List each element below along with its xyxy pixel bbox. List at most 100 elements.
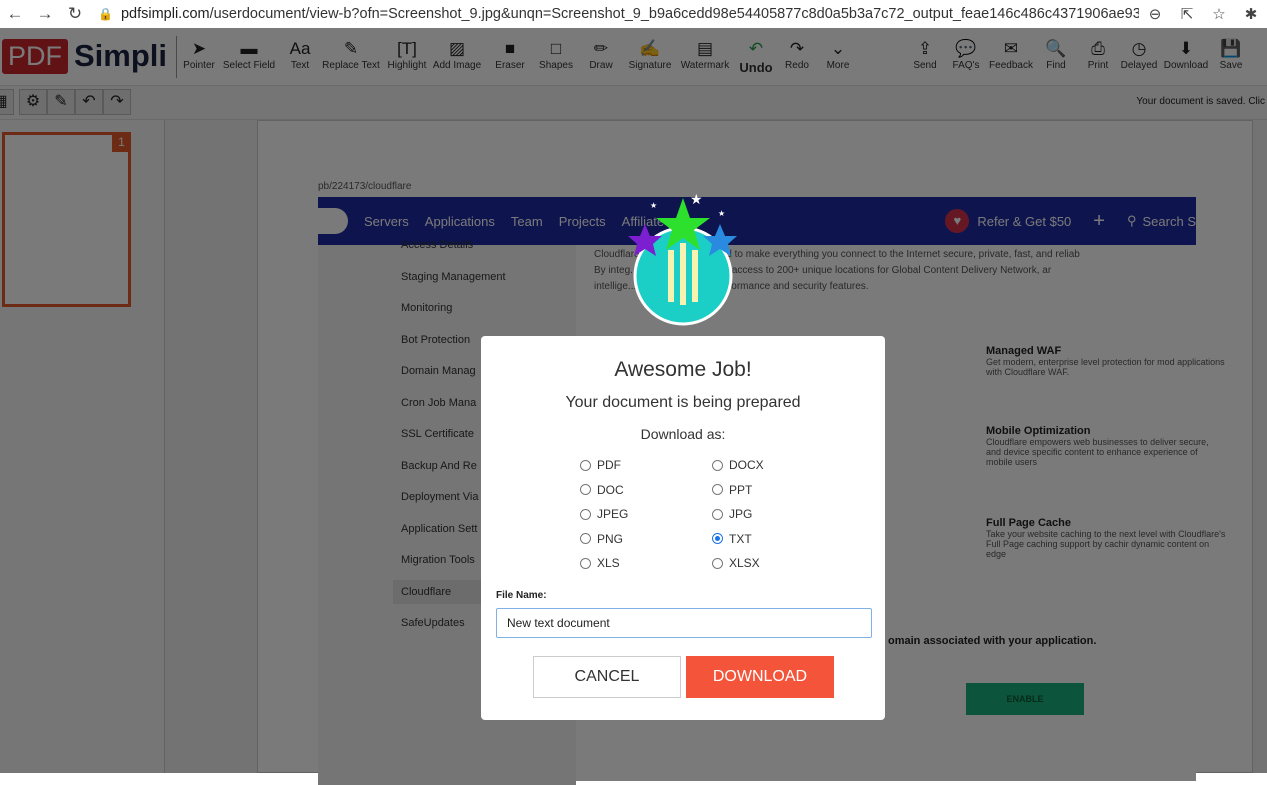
tool-redo[interactable]: ↷ Redo <box>785 38 809 71</box>
format-option-xls[interactable]: XLS <box>580 556 620 570</box>
heart-icon: ♥ <box>945 209 970 233</box>
format-label: JPG <box>729 507 753 521</box>
tool-shapes[interactable]: □ Shapes <box>539 38 573 71</box>
logo: PDF Simpli <box>2 38 167 74</box>
tool-label: Draw <box>589 60 613 71</box>
save-status: Your document is saved. Clic <box>1136 96 1265 107</box>
tool-label: More <box>826 60 850 71</box>
doc-navbar: Servers Applications Team Projects Affiliate… <box>318 197 1196 245</box>
tool-label: Add Image <box>432 60 482 71</box>
tool-download[interactable]: ⬇ Download <box>1164 38 1208 71</box>
format-label: DOCX <box>729 458 764 472</box>
doc-nav-item: Team <box>510 213 543 229</box>
feedback-icon: ✉ <box>1003 39 1019 58</box>
back-icon[interactable]: ← <box>0 4 30 24</box>
tool-draw[interactable]: ✏ Draw <box>589 38 612 71</box>
tool-delayed[interactable]: ◷ Delayed <box>1121 38 1158 71</box>
watermark-icon: ▤ <box>696 39 714 58</box>
tool-undo[interactable]: ↶ Undo <box>739 38 772 75</box>
format-option-doc[interactable]: DOC <box>580 483 624 497</box>
tool-label: Undo <box>739 60 773 75</box>
tool-eraser[interactable]: ■ Eraser <box>495 38 524 71</box>
radio-button[interactable] <box>580 484 591 495</box>
doc-sidebar-item: Bot Protection <box>401 333 471 346</box>
tool-label: Save <box>1219 60 1243 71</box>
refer-link: Refer & Get $50 <box>977 213 1072 229</box>
page-settings-icon[interactable]: ⚙ <box>19 89 47 115</box>
share-icon[interactable]: ⇱ <box>1171 5 1203 23</box>
search-icon: 🔍 <box>1045 39 1067 58</box>
star-icon[interactable]: ☆ <box>1203 5 1235 23</box>
dialog-title: Awesome Job! <box>614 358 752 381</box>
clock-icon: ◷ <box>1131 39 1147 58</box>
tool-find[interactable]: 🔍 Find <box>1045 38 1066 71</box>
logo-pdf: PDF <box>2 38 68 74</box>
cancel-button[interactable]: CANCEL <box>533 656 681 698</box>
tool-more[interactable]: ⌄ More <box>827 38 850 71</box>
tool-text[interactable]: Aa Text <box>290 38 311 71</box>
download-dialog: Awesome Job! Your document is being prep… <box>481 336 885 720</box>
radio-button[interactable] <box>712 508 723 520</box>
zoom-icon[interactable]: ⊖ <box>1139 5 1171 23</box>
tool-print[interactable]: ⎙ Print <box>1088 38 1109 71</box>
undo-icon: ↶ <box>748 39 764 58</box>
highlight-icon: [T] <box>397 39 417 58</box>
page-thumbnail[interactable] <box>2 132 131 307</box>
radio-button[interactable] <box>712 557 723 569</box>
feature-text: Get modern, enterprise level protection … <box>986 357 1225 377</box>
tool-label: Watermark <box>680 60 730 71</box>
print-icon: ⎙ <box>1091 39 1105 58</box>
format-label: JPEG <box>597 507 629 521</box>
tool-highlight[interactable]: [T] Highlight <box>388 38 427 71</box>
undo-icon[interactable]: ↶ <box>75 89 103 115</box>
edit-page-icon[interactable]: ✎ <box>47 89 75 115</box>
file-name-input[interactable] <box>496 608 872 638</box>
tool-faq-s[interactable]: 💬 FAQ's <box>953 38 980 71</box>
doc-sidebar-item: Monitoring <box>401 302 453 314</box>
tool-replace-text[interactable]: ✎ Replace Text <box>322 38 380 71</box>
format-option-txt[interactable]: TXT <box>712 532 752 546</box>
tool-watermark[interactable]: ▤ Watermark <box>681 38 730 71</box>
download-button[interactable]: DOWNLOAD <box>686 656 834 698</box>
radio-button[interactable] <box>712 484 723 495</box>
radio-button[interactable] <box>712 459 723 471</box>
redo-icon[interactable]: ↷ <box>103 89 131 115</box>
tool-signature[interactable]: ✍ Signature <box>629 38 672 71</box>
tool-send[interactable]: ⇪ Send <box>913 38 936 71</box>
shapes-icon: □ <box>550 39 562 58</box>
radio-button[interactable] <box>580 459 591 471</box>
cloud-logo <box>318 208 348 234</box>
address-bar[interactable]: pdfsimpli.com/userdocument/view-b?ofn=Sc… <box>121 6 1139 22</box>
tool-feedback[interactable]: ✉ Feedback <box>989 38 1033 71</box>
format-option-jpg[interactable]: JPG <box>712 507 752 521</box>
format-option-ppt[interactable]: PPT <box>712 483 752 497</box>
thumbnail-panel: 1 <box>0 120 165 773</box>
format-option-pdf[interactable]: PDF <box>580 458 621 472</box>
reload-icon[interactable]: ↻ <box>60 4 90 24</box>
radio-button[interactable] <box>712 533 723 544</box>
tool-select-field[interactable]: ▬ Select Field <box>223 38 275 71</box>
format-option-jpeg[interactable]: JPEG <box>580 507 628 521</box>
format-option-png[interactable]: PNG <box>580 532 623 546</box>
celebration-badge-icon: ★ ★ ★ <box>628 191 737 326</box>
format-label: TXT <box>729 531 752 546</box>
format-label: PPT <box>729 482 753 497</box>
tool-save[interactable]: 💾 Save <box>1220 38 1243 71</box>
tool-add-image[interactable]: ▨ Add Image <box>433 38 481 71</box>
doc-sidebar-item: Deployment Via <box>401 491 479 503</box>
tool-label: Find <box>1046 60 1066 71</box>
svg-text:★: ★ <box>650 201 657 210</box>
radio-button[interactable] <box>580 508 591 520</box>
radio-button[interactable] <box>580 533 591 544</box>
feature-title: Managed WAF <box>986 345 1062 357</box>
format-option-docx[interactable]: DOCX <box>712 458 764 472</box>
radio-button[interactable] <box>580 557 591 569</box>
dialog-subtitle: Your document is being prepared <box>565 394 801 411</box>
page-number-badge: 1 <box>112 132 131 152</box>
forward-icon[interactable]: → <box>30 4 60 24</box>
format-option-xlsx[interactable]: XLSX <box>712 556 760 570</box>
tool-pointer[interactable]: ➤ Pointer <box>183 38 215 71</box>
toolbar: PDF Simpli ➤ Pointer ▬ Select Field Aa Text ✎ Re… <box>0 28 1267 86</box>
extensions-icon[interactable]: ✱ <box>1235 5 1267 23</box>
grid-icon[interactable]: ▦ <box>0 89 14 115</box>
